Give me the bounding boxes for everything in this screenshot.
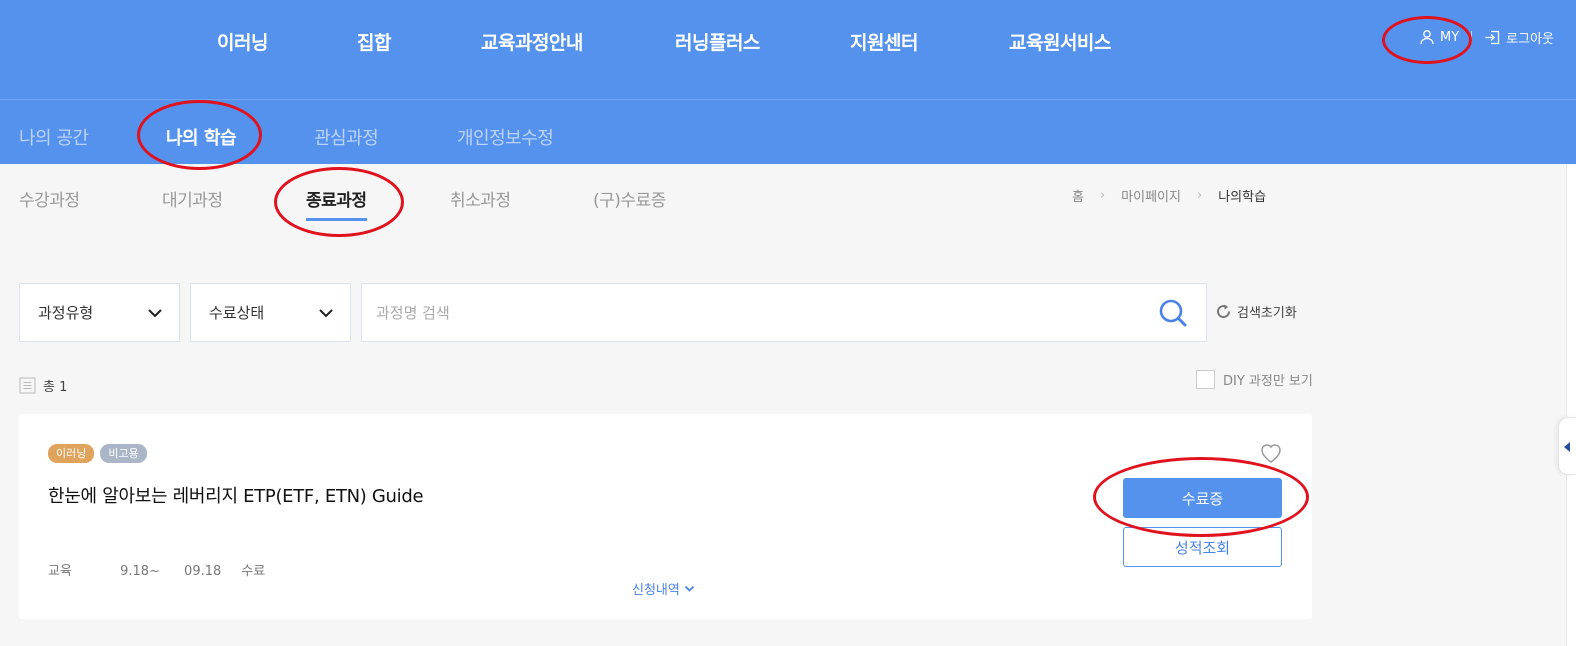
nav-item-elearning[interactable]: 이러닝: [217, 28, 268, 55]
badge-non-employment: 비고용: [100, 444, 147, 463]
breadcrumb: 홈 › 마이페이지 › 나의학습: [1072, 186, 1266, 205]
nav-item-services[interactable]: 교육원서비스: [1009, 28, 1111, 55]
subnav-interest[interactable]: 관심과정: [314, 124, 379, 150]
logout-label: 로그아웃: [1506, 31, 1554, 47]
heart-icon[interactable]: [1259, 442, 1283, 464]
course-badges: 이러닝 비고용: [48, 444, 147, 463]
search-box: [361, 283, 1207, 342]
apply-history-label: 신청내역: [632, 583, 680, 598]
completion-status-value: 수료상태: [209, 304, 265, 322]
breadcrumb-current: 나의학습: [1218, 190, 1267, 205]
subnav-profile-edit[interactable]: 개인정보수정: [457, 124, 554, 150]
chevron-right-icon: ›: [1196, 188, 1203, 203]
chevron-down-icon: [148, 308, 162, 317]
course-title[interactable]: 한눈에 알아보는 레버리지 ETP(ETF, ETN) Guide: [48, 482, 424, 508]
search-reset-button[interactable]: 검색초기화: [1215, 302, 1297, 321]
course-meta: 교육 9.18~ 09.18 수료: [48, 560, 277, 579]
course-card: 이러닝 비고용 한눈에 알아보는 레버리지 ETP(ETF, ETN) Guid…: [19, 414, 1312, 619]
tab-waiting[interactable]: 대기과정: [162, 186, 223, 211]
tab-cancelled[interactable]: 취소과정: [450, 186, 511, 211]
breadcrumb-home[interactable]: 홈: [1072, 186, 1084, 205]
search-input[interactable]: [376, 284, 1136, 341]
badge-elearning: 이러닝: [48, 444, 95, 463]
course-type-value: 과정유형: [38, 304, 94, 322]
side-panel-toggle[interactable]: [1558, 417, 1576, 475]
search-reset-label: 검색초기화: [1237, 306, 1297, 321]
meta-start-date: 9.18~: [120, 564, 160, 579]
tab-enrolled[interactable]: 수강과정: [19, 186, 80, 211]
global-nav: 이러닝 집합 교육과정안내 러닝플러스 지원센터 교육원서비스: [0, 28, 1576, 58]
tab-completed[interactable]: 종료과정: [306, 186, 367, 221]
main-content: 수강과정 대기과정 종료과정 취소과정 (구)수료증 홈 › 마이페이지 › 나…: [0, 164, 1566, 646]
my-label: MY: [1439, 29, 1460, 45]
subnav-my-learning[interactable]: 나의 학습: [166, 124, 237, 150]
tab-old-certificate[interactable]: (구)수료증: [593, 186, 666, 211]
chevron-right-icon: ›: [1099, 188, 1106, 203]
my-link[interactable]: MY: [1419, 29, 1459, 45]
nav-item-support[interactable]: 지원센터: [850, 28, 918, 55]
sub-nav: 나의 공간 나의 학습 관심과정 개인정보수정: [0, 99, 1576, 164]
meta-end-date: 09.18: [184, 564, 222, 579]
course-type-select[interactable]: 과정유형: [19, 283, 180, 342]
logout-icon: [1485, 30, 1500, 44]
nav-item-curriculum[interactable]: 교육과정안내: [481, 28, 583, 55]
utility-menu: MY 로그아웃: [1419, 27, 1554, 47]
chevron-down-icon: [684, 585, 694, 592]
nav-item-group[interactable]: 집합: [357, 28, 391, 55]
user-icon: [1420, 30, 1434, 45]
certificate-button[interactable]: 수료증: [1123, 478, 1282, 518]
search-icon[interactable]: [1158, 298, 1188, 328]
chevron-down-icon: [319, 308, 333, 317]
grade-view-button[interactable]: 성적조회: [1123, 527, 1282, 567]
total-count: 총 1: [19, 376, 67, 395]
diy-filter-label: DIY 과정만 보기: [1223, 374, 1313, 389]
meta-label: 교육: [48, 564, 72, 579]
diy-filter-checkbox[interactable]: DIY 과정만 보기: [1196, 370, 1313, 389]
meta-status: 수료: [241, 564, 266, 579]
list-icon: [19, 377, 36, 394]
total-count-label: 총 1: [43, 380, 68, 395]
util-divider: [1471, 31, 1473, 43]
completion-status-select[interactable]: 수료상태: [190, 283, 351, 342]
checkbox-box[interactable]: [1196, 370, 1215, 389]
nav-item-learning-plus[interactable]: 러닝플러스: [675, 28, 760, 55]
refresh-icon: [1217, 304, 1231, 319]
top-header: 이러닝 집합 교육과정안내 러닝플러스 지원센터 교육원서비스 MY 로그아웃: [0, 0, 1576, 99]
logout-link[interactable]: 로그아웃: [1484, 28, 1554, 47]
breadcrumb-mypage[interactable]: 마이페이지: [1121, 186, 1181, 205]
apply-history-toggle[interactable]: 신청내역: [632, 579, 695, 598]
side-panel-edge: [1566, 164, 1576, 646]
subnav-my-space[interactable]: 나의 공간: [19, 124, 89, 150]
